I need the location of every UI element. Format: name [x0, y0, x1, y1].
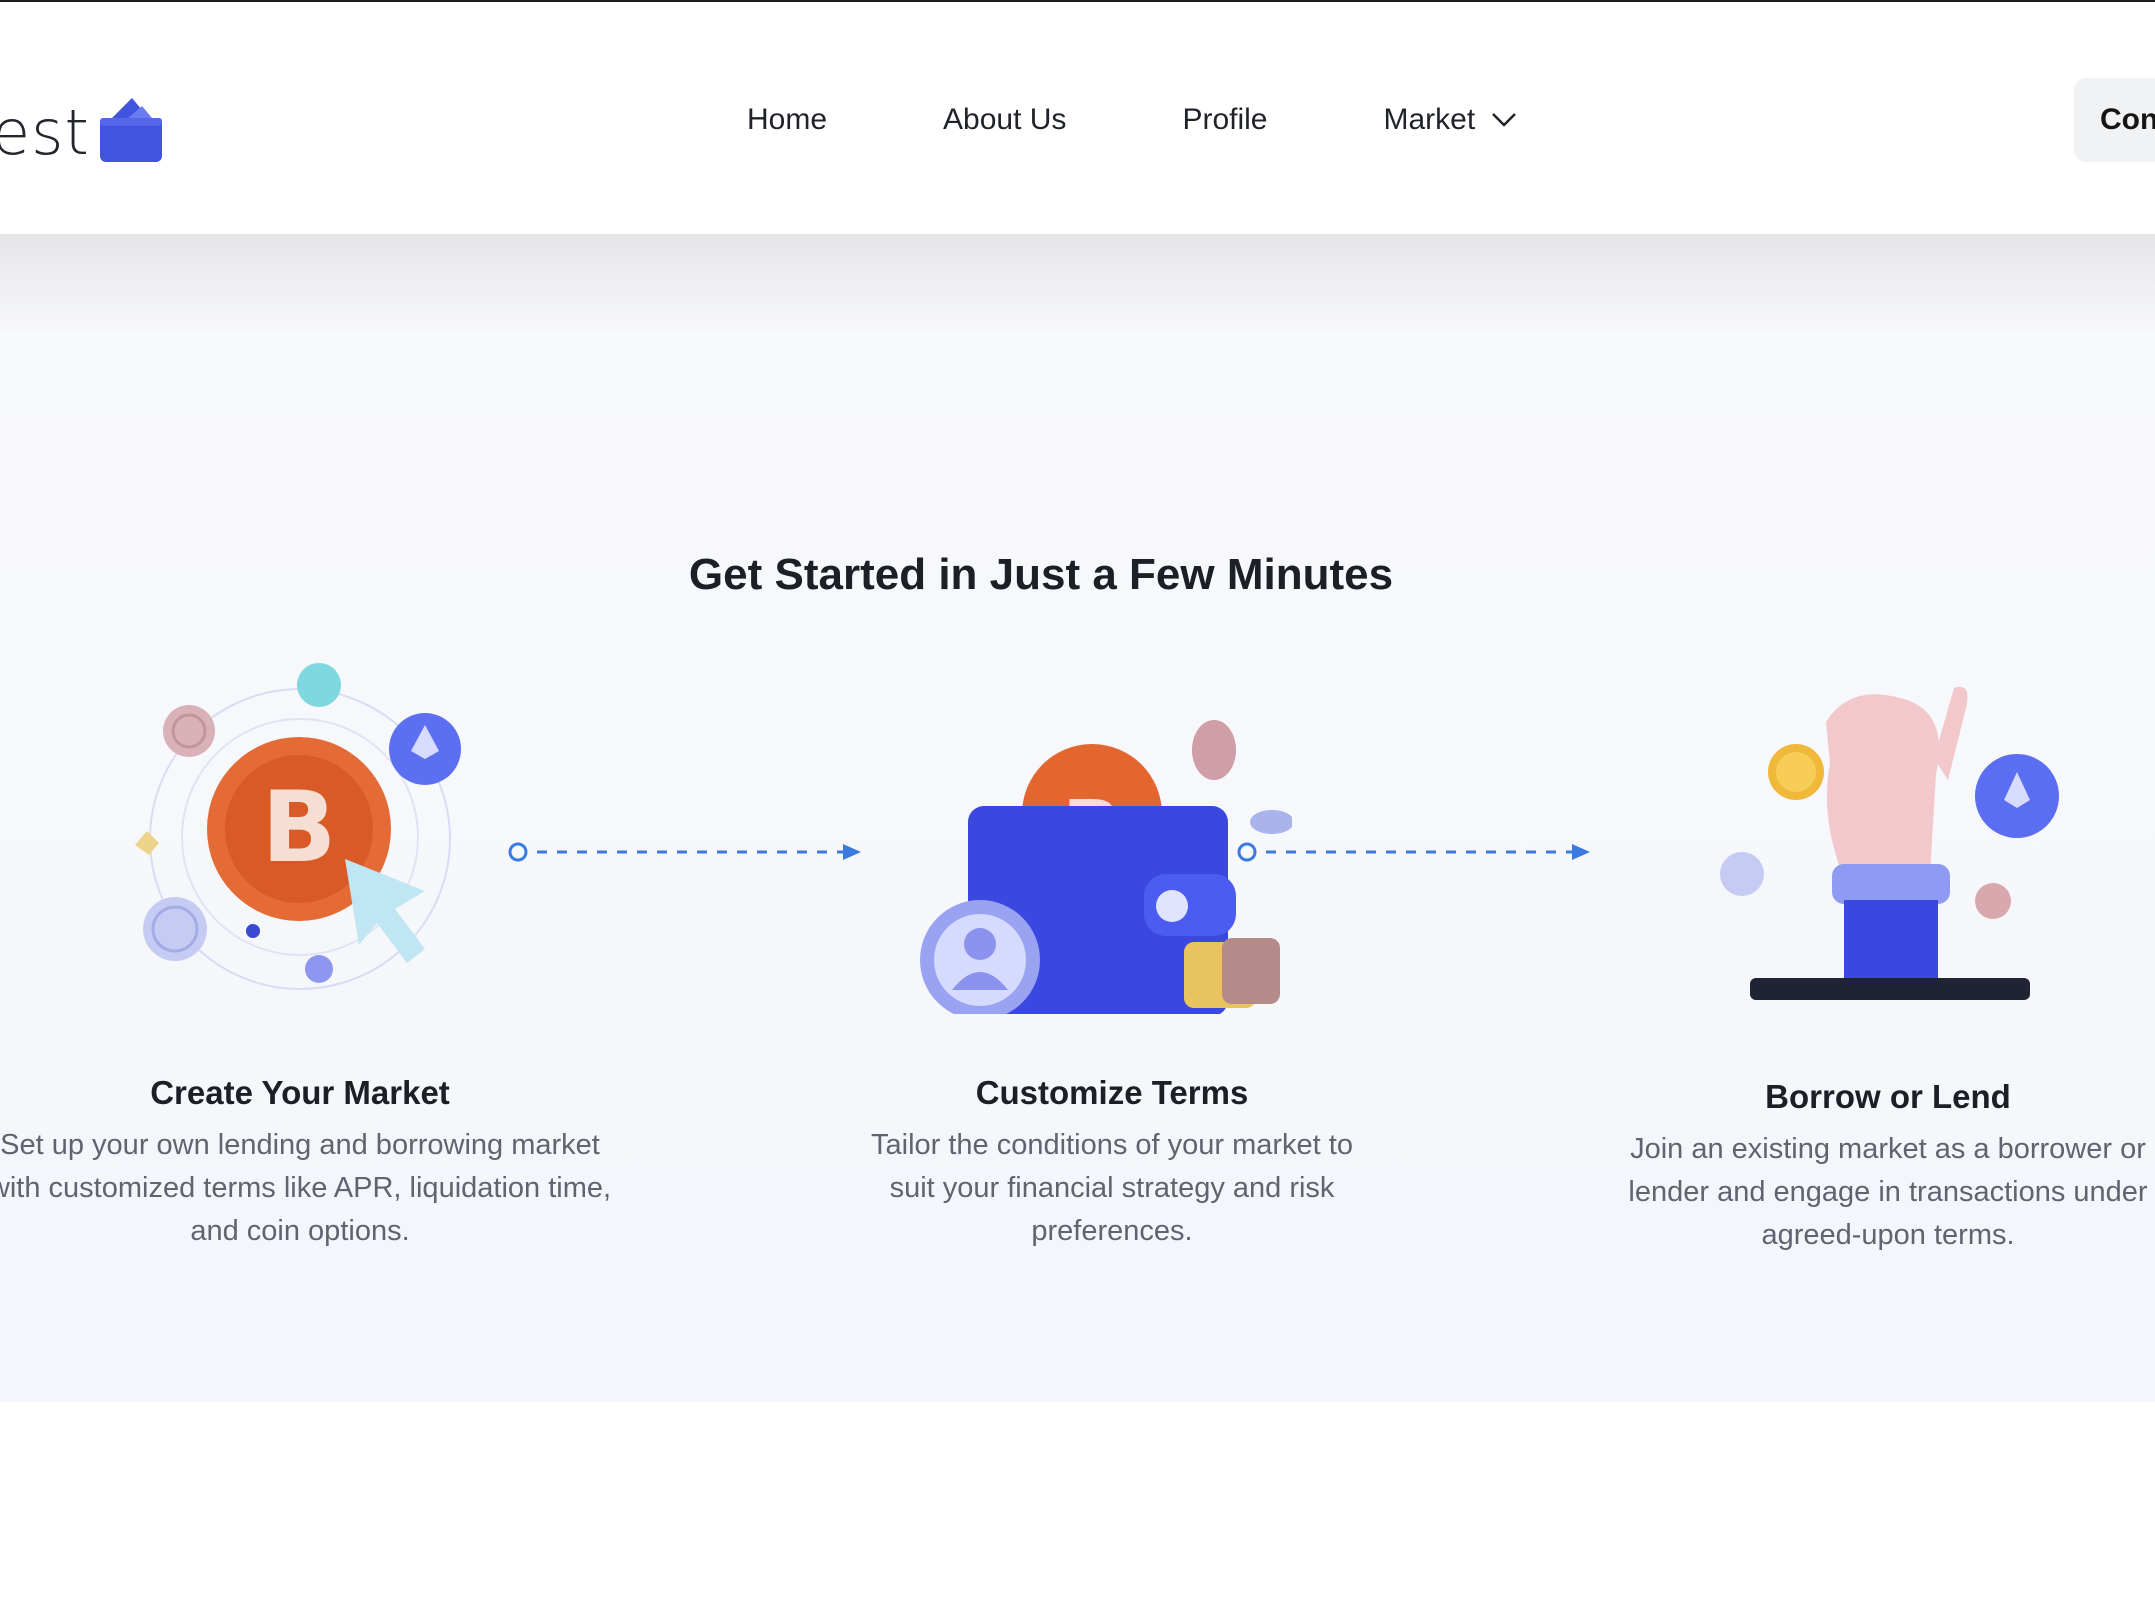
section-title: Get Started in Just a Few Minutes — [688, 550, 1394, 599]
main-nav: Home About Us Profile Market — [747, 98, 1517, 142]
connect-button[interactable]: Con — [2074, 78, 2155, 162]
nav-about-us[interactable]: About Us — [943, 98, 1066, 142]
wallet-logo-icon — [99, 98, 162, 162]
nav-home[interactable]: Home — [747, 98, 827, 142]
step-title: Create Your Market — [150, 1074, 450, 1111]
step-borrow-or-lend: Borrow or Lend Join an existing market a… — [1488, 1078, 2155, 1257]
step-description-line: and coin options. — [190, 1215, 410, 1247]
page-bottom — [0, 1402, 2155, 1616]
step-description-line: preferences. — [1031, 1215, 1193, 1247]
svg-text:B: B — [262, 771, 337, 885]
borrow-lend-illustration — [1720, 686, 2059, 1000]
logo[interactable]: est — [0, 84, 164, 164]
step-title: Customize Terms — [975, 1074, 1249, 1111]
step-description-line: Set up your own lending and borrowing ma… — [0, 1129, 600, 1161]
nav-profile[interactable]: Profile — [1182, 98, 1267, 142]
step-arrow-1 — [508, 842, 861, 862]
nav-market-dropdown[interactable]: Market — [1383, 98, 1517, 142]
step-customize-terms: Customize Terms Tailor the conditions of… — [712, 1074, 1512, 1253]
step-description-line: with customized terms like APR, liquidat… — [0, 1172, 612, 1204]
navbar: est Home About Us Profile Market Con — [0, 2, 2155, 234]
step-description-line: agreed-upon terms. — [1761, 1219, 2015, 1251]
chevron-down-icon — [1492, 113, 1517, 127]
step-description-line: suit your financial strategy and risk — [889, 1172, 1335, 1204]
step-description-line: lender and engage in transactions under — [1628, 1176, 2148, 1208]
step-description-line: Join an existing market as a borrower or — [1630, 1133, 2146, 1165]
get-started-section: Get Started in Just a Few Minutes B B — [0, 334, 2155, 1402]
step-arrow-2 — [1237, 842, 1590, 862]
step-title: Borrow or Lend — [1765, 1078, 2011, 1115]
step-create-market: Create Your Market Set up your own lendi… — [0, 1074, 700, 1253]
create-market-illustration: B — [135, 663, 461, 990]
logo-text: est — [0, 96, 90, 169]
navbar-shadow — [0, 234, 2155, 334]
step-description-line: Tailor the conditions of your market to — [871, 1129, 1353, 1161]
nav-market-label: Market — [1383, 103, 1476, 136]
